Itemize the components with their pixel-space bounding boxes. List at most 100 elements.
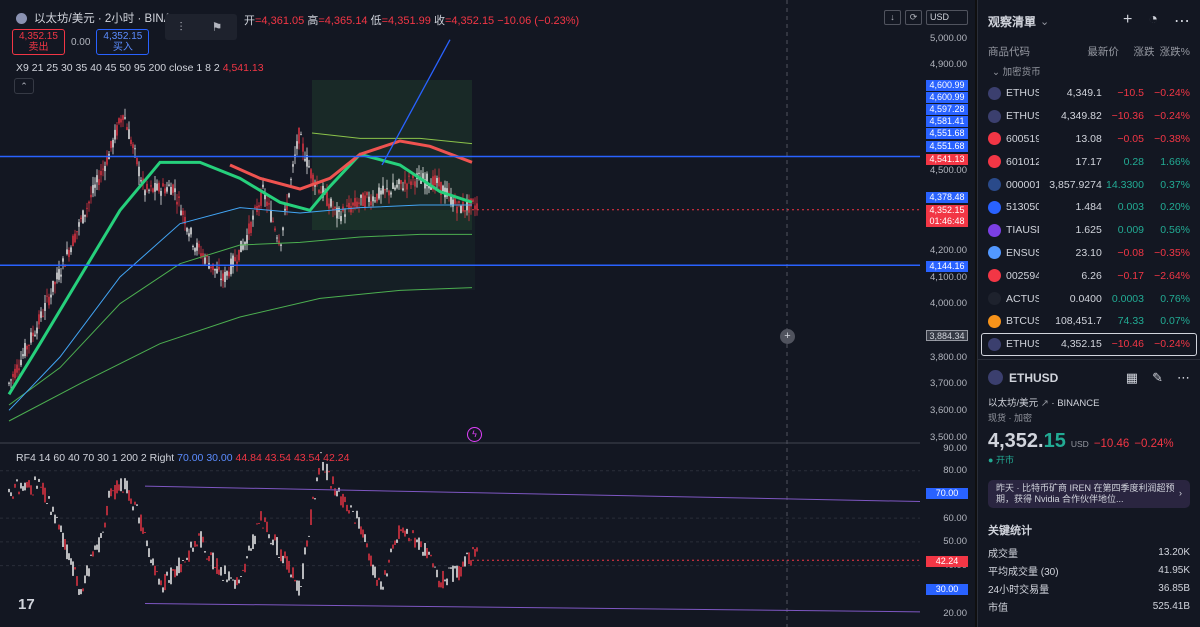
- candle-body: [78, 222, 80, 227]
- row-change: 74.33: [1117, 315, 1144, 328]
- rf-bar: [302, 563, 304, 580]
- col-change[interactable]: 涨跌: [1119, 44, 1154, 59]
- detail-name[interactable]: 以太坊/美元: [988, 398, 1038, 409]
- add-alert-plus-icon[interactable]: +: [780, 329, 795, 344]
- replay-flag-icon[interactable]: ⚑: [212, 20, 223, 34]
- rf-bar: [88, 568, 90, 577]
- watchlist-title[interactable]: 观察清單: [988, 13, 1036, 30]
- watchlist-row[interactable]: ETHUSD 4,352.15 −10.46 −0.24%: [981, 332, 1197, 356]
- candle-body: [164, 188, 166, 194]
- sell-button[interactable]: 4,352.15 卖出: [12, 29, 65, 55]
- watchlist-row[interactable]: TIAUSD 1.625 0.009 0.56%: [978, 219, 1200, 242]
- buy-button[interactable]: 4,352.15 买入: [96, 29, 150, 55]
- candle-body: [352, 202, 354, 206]
- col-change-pct[interactable]: 涨跌%: [1154, 44, 1190, 59]
- rf-bar: [100, 533, 102, 538]
- watchlist-row[interactable]: 601012 17.17 0.28 1.66%: [978, 150, 1200, 173]
- candle-body: [370, 201, 372, 206]
- row-change: 14.3300: [1106, 178, 1144, 191]
- collapse-legend-button[interactable]: ⌃: [14, 78, 34, 94]
- candle-body: [114, 129, 116, 140]
- row-symbol: ACTUSD: [1006, 292, 1039, 305]
- candle-body: [392, 182, 394, 189]
- watchlist-row[interactable]: BTCUSD 108,451.7 74.33 0.07%: [978, 310, 1200, 333]
- bar-style-icon[interactable]: ⫶: [180, 20, 183, 35]
- ma-indicator-legend[interactable]: X9 21 25 30 35 40 45 50 95 200 close 1 8…: [16, 62, 264, 74]
- arrow-down-icon[interactable]: ↓: [884, 10, 901, 25]
- chart-area[interactable]: 以太坊/美元 · 2小时 · BINA ⫶ ⚑ 开=4,361.05 高=4,3…: [0, 0, 975, 627]
- rf-bar: [212, 552, 214, 570]
- candle-body: [340, 216, 342, 222]
- col-symbol[interactable]: 商品代码: [988, 44, 1074, 59]
- ma-indicator-params: X9 21 25 30 35 40 45 50 95 200 close 1 8…: [16, 62, 220, 74]
- detail-name-line: 以太坊/美元 ↗ · BINANCE: [988, 397, 1100, 409]
- tradingview-logo[interactable]: 17: [18, 596, 35, 613]
- rf-bar: [150, 559, 152, 564]
- candle-body: [418, 172, 420, 174]
- right-sidebar: 观察清單 ⌄ + ◔ ⋯ 商品代码 最新价 涨跌 涨跌% ⌄ 加密货币 ETHU…: [977, 0, 1200, 627]
- price-chart[interactable]: [0, 0, 975, 627]
- candle-body: [458, 201, 460, 203]
- rf-bar: [430, 554, 432, 557]
- candle-body: [372, 196, 374, 202]
- currency-select[interactable]: USD: [926, 10, 968, 25]
- lightning-icon[interactable]: ϟ: [467, 427, 482, 442]
- row-change: 0.28: [1123, 155, 1144, 168]
- more-icon[interactable]: ⋯: [1174, 11, 1190, 31]
- add-symbol-icon[interactable]: +: [1123, 11, 1132, 31]
- symbol-name[interactable]: 以太坊/美元 · 2小时 · BINA: [34, 10, 171, 26]
- row-symbol: 513050: [1006, 201, 1039, 214]
- watchlist-row[interactable]: 000001 3,857.9274 14.3300 0.37%: [978, 173, 1200, 196]
- external-link-icon[interactable]: ↗: [1041, 398, 1049, 409]
- rf-bar: [412, 530, 414, 534]
- candle-body: [12, 374, 14, 377]
- chevron-down-icon[interactable]: ⌄: [1040, 15, 1049, 28]
- edit-icon[interactable]: ✎: [1152, 370, 1163, 386]
- rf-bar: [260, 511, 262, 521]
- rf-bar: [446, 578, 448, 586]
- candle-body: [146, 183, 148, 190]
- candle-body: [150, 185, 152, 187]
- advanced-view-icon[interactable]: ◔: [1148, 11, 1158, 31]
- watchlist-row[interactable]: ETHUSD 4,349.82 −10.36 −0.24%: [978, 105, 1200, 128]
- watchlist-row[interactable]: 002594 6.26 −0.17 −2.64%: [978, 264, 1200, 287]
- rf-bar: [444, 579, 446, 582]
- candle-body: [68, 250, 70, 258]
- rf-bar: [128, 490, 130, 501]
- rf-bar: [474, 549, 476, 557]
- row-last: 108,451.7: [1055, 315, 1102, 328]
- high-value: =4,365.14: [318, 15, 368, 27]
- candle-body: [26, 345, 28, 350]
- rf-bar: [402, 527, 404, 533]
- row-change-pct: −0.38%: [1154, 132, 1190, 145]
- candle-body: [104, 165, 106, 172]
- candle-body: [318, 190, 320, 193]
- col-last[interactable]: 最新价: [1074, 44, 1119, 59]
- grid-icon[interactable]: ▦: [1126, 370, 1138, 386]
- candle-body: [280, 244, 282, 246]
- rf-bar: [110, 488, 112, 497]
- rf-bar: [56, 516, 58, 518]
- watchlist-group[interactable]: ⌄ 加密货币: [978, 60, 1200, 82]
- rf-bar: [178, 557, 180, 574]
- row-last: 4,349.82: [1060, 110, 1102, 123]
- watchlist-row[interactable]: ACTUSD 0.0400 0.0003 0.76%: [978, 287, 1200, 310]
- rf-bar: [220, 567, 222, 576]
- detail-symbol[interactable]: ETHUSD: [1009, 371, 1058, 385]
- rf-bar: [280, 549, 282, 562]
- rf-bar: [404, 530, 406, 537]
- watchlist-row[interactable]: ETHUSD 4,349.1 −10.5 −0.24%: [978, 82, 1200, 105]
- rf-bar: [310, 509, 312, 525]
- refresh-icon[interactable]: ⟳: [905, 10, 922, 25]
- news-item[interactable]: 昨天 · 比特币矿商 IREN 在第四季度利润超预期，获得 Nvidia 合作伙…: [988, 479, 1190, 508]
- rf-bar: [264, 517, 266, 523]
- rf-bar: [332, 476, 334, 485]
- watchlist-row[interactable]: ENSUSD 23.10 −0.08 −0.35%: [978, 242, 1200, 265]
- rf-indicator-legend[interactable]: RF4 14 60 40 70 30 1 200 2 Right 70.00 3…: [16, 452, 349, 464]
- bid-ask-panel: 4,352.15 卖出 0.00 4,352.15 买入: [12, 29, 150, 55]
- symbol-title[interactable]: 以太坊/美元 · 2小时 · BINA: [16, 10, 171, 26]
- watchlist-row[interactable]: 600519 13.08 −0.05 −0.38%: [978, 128, 1200, 151]
- more-icon[interactable]: ⋯: [1177, 370, 1190, 386]
- watchlist-row[interactable]: 513050 1.484 0.003 0.20%: [978, 196, 1200, 219]
- market-status-label: 开市: [995, 454, 1014, 465]
